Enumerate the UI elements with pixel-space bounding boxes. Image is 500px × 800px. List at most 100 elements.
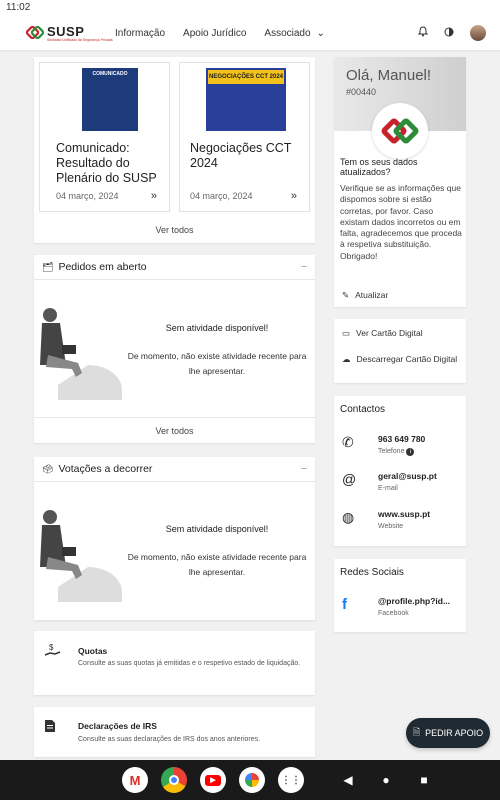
nav-item-informacao[interactable]: Informação (115, 28, 165, 39)
card-description: Consulte as suas declarações de IRS dos … (78, 736, 261, 743)
update-text: Verifique se as informações que dispomos… (340, 183, 462, 261)
contacts-section: Contactos ✆ 963 649 780 Telefone i @ ger… (334, 396, 466, 546)
nav-item-apoio-juridico[interactable]: Apoio Jurídico (183, 28, 246, 39)
section-header[interactable]: 🗂 Pedidos em aberto − (34, 255, 315, 280)
logo[interactable]: SUSP Sindicato Unificado da Segurança Pr… (25, 24, 113, 42)
empty-state-title: Sem atividade disponível! (165, 323, 269, 333)
news-section: COMUNICADO Comunicado: Resultado do Plen… (34, 57, 315, 243)
update-question: Tem os seus dados atualizados? (340, 157, 418, 177)
facebook-icon: f (342, 596, 347, 613)
logo-subtitle: Sindicato Unificado da Segurança Privada (47, 37, 113, 42)
home-icon[interactable]: ● (379, 773, 393, 787)
status-bar: 11:02 (0, 0, 500, 16)
see-all-pedidos-link[interactable]: Ver todos (34, 426, 315, 436)
card-title: Quotas (78, 646, 108, 656)
id-card-icon: ▭ (342, 328, 351, 338)
theme-toggle-icon[interactable] (444, 27, 454, 40)
chrome-icon[interactable] (161, 767, 187, 793)
svg-text:$: $ (49, 643, 54, 652)
news-title: Comunicado: Resultado do Plenário do SUS… (56, 141, 157, 185)
gmail-icon[interactable]: M (122, 767, 148, 793)
double-chevron-right-icon[interactable]: » (151, 190, 157, 202)
pedir-apoio-button[interactable]: 🗎 PEDIR APOIO (406, 718, 490, 748)
news-thumbnail: NEGOCIAÇÕES CCT 2024 (206, 68, 286, 131)
edit-icon: ✎ (342, 290, 350, 300)
logo-name: SUSP (47, 23, 85, 39)
greeting: Olá, Manuel! (346, 67, 432, 84)
recents-icon[interactable]: ■ (417, 773, 431, 787)
news-title: Negociações CCT 2024 (190, 141, 292, 170)
view-digital-card-button[interactable]: ▭ Ver Cartão Digital (342, 328, 423, 339)
thumbnail-text: NEGOCIAÇÕES CCT 2024 (208, 70, 284, 84)
section-title: Votações a decorrer (58, 463, 153, 475)
contact-label: Telefone i (378, 448, 415, 456)
top-app-bar: SUSP Sindicato Unificado da Segurança Pr… (0, 16, 500, 50)
social-title: Redes Sociais (340, 567, 404, 578)
person-laptop-illustration (38, 295, 122, 400)
photos-icon[interactable] (239, 767, 265, 793)
thumbnail-text: COMUNICADO (92, 71, 128, 77)
app-drawer-icon[interactable]: ⋮⋮ (278, 767, 304, 793)
contact-value: geral@susp.pt (378, 471, 437, 481)
ballot-box-icon: 🗳 (42, 463, 54, 474)
profile-card: Olá, Manuel! #00440 Tem os seus dados at… (334, 57, 466, 307)
section-header[interactable]: 🗳 Votações a decorrer − (34, 457, 315, 482)
social-label: Facebook (378, 610, 409, 617)
social-section: Redes Sociais f @profile.php?id... Faceb… (334, 559, 466, 632)
download-label: Descarregar Cartão Digital (356, 354, 458, 364)
cloud-download-icon: ☁ (342, 354, 351, 364)
news-card[interactable]: NEGOCIAÇÕES CCT 2024 Negociações CCT 202… (179, 62, 310, 212)
news-thumbnail: COMUNICADO (82, 68, 138, 131)
news-date: 04 março, 2024 (190, 191, 253, 201)
download-digital-card-button[interactable]: ☁ Descarregar Cartão Digital (342, 353, 462, 365)
social-value: @profile.php?id... (378, 596, 451, 606)
back-icon[interactable]: ◀ (341, 773, 355, 787)
system-nav-bar: M ▶ ⋮⋮ ◀ ● ■ (0, 760, 500, 800)
member-id: #00440 (346, 87, 377, 97)
contact-value: 963 649 780 (378, 434, 426, 444)
empty-state-title: Sem atividade disponível! (165, 524, 269, 534)
digital-card-section: ▭ Ver Cartão Digital ☁ Descarregar Cartão … (334, 319, 466, 383)
main-nav: Informação Apoio Jurídico Associado ⌄ (115, 28, 343, 39)
collapse-icon[interactable]: − (301, 464, 307, 475)
contact-value: www.susp.pt (378, 509, 431, 519)
bell-icon[interactable] (417, 26, 429, 40)
globe-icon: ◍ (342, 509, 355, 525)
document-icon (44, 719, 56, 736)
section-title: Pedidos em aberto (58, 261, 147, 273)
double-chevron-right-icon[interactable]: » (291, 190, 297, 202)
susp-logo-badge (372, 103, 428, 159)
document-icon: 🗎 (412, 727, 421, 737)
contact-label: Website (378, 523, 404, 530)
divider (34, 417, 315, 418)
update-button[interactable]: ✎ Atualizar (342, 290, 388, 301)
at-icon: @ (342, 471, 357, 487)
folder-icon: 🗂 (42, 261, 54, 272)
nav-label: Informação (115, 27, 166, 39)
logo-knot-icon (25, 24, 45, 42)
avatar[interactable] (470, 25, 486, 41)
quotas-card[interactable]: $ Quotas Consulte as suas quotas já emit… (34, 631, 315, 695)
phone-icon: ✆ (342, 434, 354, 450)
nav-label: Associado (264, 27, 311, 39)
empty-state-description: De momento, não existe atividade recente… (127, 351, 307, 376)
chevron-down-icon: ⌄ (316, 27, 325, 39)
card-title: Declarações de IRS (78, 721, 157, 731)
nav-item-associado[interactable]: Associado ⌄ (264, 28, 325, 39)
info-icon[interactable]: i (406, 448, 415, 456)
money-hand-icon: $ (44, 643, 62, 662)
view-label: Ver Cartão Digital (356, 328, 423, 338)
empty-state-description: De momento, não existe atividade recente… (127, 552, 307, 577)
pedidos-section: 🗂 Pedidos em aberto − Sem atividade disp… (34, 255, 315, 443)
person-laptop-illustration (38, 497, 122, 602)
youtube-icon[interactable]: ▶ (200, 767, 226, 793)
collapse-icon[interactable]: − (301, 262, 307, 273)
irs-card[interactable]: Declarações de IRS Consulte as suas decl… (34, 707, 315, 757)
news-card[interactable]: COMUNICADO Comunicado: Resultado do Plen… (39, 62, 170, 212)
contacts-title: Contactos (340, 404, 386, 415)
status-time: 11:02 (6, 2, 31, 13)
contact-label: E-mail (378, 485, 398, 492)
nav-label: Apoio Jurídico (183, 27, 247, 39)
see-all-news-link[interactable]: Ver todos (34, 225, 315, 235)
votacoes-section: 🗳 Votações a decorrer − Sem atividade di… (34, 457, 315, 620)
